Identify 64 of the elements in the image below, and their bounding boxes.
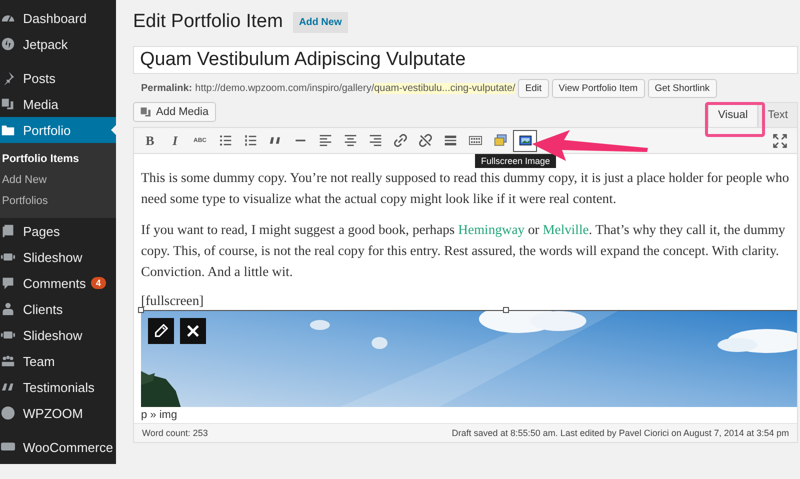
sidebar-item[interactable]: Testimonials xyxy=(0,374,116,400)
highlight-box xyxy=(705,102,765,137)
sidebar-item[interactable]: Team xyxy=(0,348,116,374)
sidebar-item[interactable]: Posts xyxy=(0,65,116,91)
sidebar-item[interactable]: Slideshow xyxy=(0,322,116,348)
sidebar-item[interactable]: WPZOOM xyxy=(0,400,116,426)
toolbar-button[interactable]: I xyxy=(163,130,187,152)
resize-handle[interactable] xyxy=(138,307,144,313)
paragraph: This is some dummy copy. You’re not really supposed to read this dummy copy, it is just a place holder for people who need some type to visualize what the actual copy might look like if it were real content. xyxy=(141,169,790,208)
permalink-button[interactable]: Get Shortlink xyxy=(648,78,717,98)
sidebar-item[interactable]: Portfolio xyxy=(0,117,116,143)
paragraph: If you want to read, I might suggest a good book, perhaps Hemingway or Melville. That’s why they call it, the dummy copy. This, of course, is not the real copy for this entry. Rest assured, the words will expand the concept. With clarity. Conviction. And a little wit. xyxy=(141,221,786,281)
element-path: p » img xyxy=(140,408,178,423)
submenu-item[interactable]: Portfolios xyxy=(0,191,116,212)
submenu-item[interactable]: Portfolio Items xyxy=(0,149,116,170)
toolbar-button[interactable] xyxy=(513,130,537,152)
count-badge: 4 xyxy=(90,277,106,289)
permalink-label: Permalink: xyxy=(141,82,192,94)
sidebar-item[interactable]: Jetpack xyxy=(0,31,116,57)
align-left-icon xyxy=(318,134,332,147)
toolbar-button[interactable]: B xyxy=(138,130,162,152)
bullet-list-icon xyxy=(218,134,232,147)
sidebar-item[interactable]: Media xyxy=(0,91,116,117)
unlink-icon xyxy=(418,134,432,147)
sidebar-item[interactable]: Clients xyxy=(0,296,116,322)
sidebar-item[interactable]: Comments 4 xyxy=(0,270,116,296)
image-icon xyxy=(518,134,532,147)
sidebar-item[interactable]: Slideshow xyxy=(0,244,116,270)
comment-icon xyxy=(1,276,15,290)
align-center-icon xyxy=(344,134,356,147)
pencil-icon xyxy=(154,324,168,338)
resize-handle[interactable] xyxy=(503,307,509,313)
page-title: Edit Portfolio Item xyxy=(133,11,283,33)
edit-button[interactable] xyxy=(148,318,174,344)
title-field[interactable]: Quam Vestibulum Adipiscing Vulputate xyxy=(133,46,798,74)
media-icon xyxy=(140,106,152,118)
permalink-url[interactable]: http://demo.wpzoom.com/inspiro/gallery/quam-vestibulu...cing-vulputate/ xyxy=(195,82,516,94)
keyboard-icon xyxy=(468,134,482,147)
save-status: Draft saved at 8:55:50 am. Last edited by Pavel Ciorici on August 7, 2014 at 3:54 pm xyxy=(452,428,789,438)
person-icon xyxy=(1,302,15,316)
paragraph: [fullscreen] xyxy=(141,292,204,309)
read-more-icon xyxy=(444,134,456,147)
remove-button[interactable] xyxy=(180,318,206,344)
sidebar-item[interactable]: Dashboard xyxy=(0,5,116,31)
sidebar-item[interactable]: Pages xyxy=(0,218,116,244)
gallery-icon xyxy=(494,134,506,147)
sidebar-item[interactable]: WooCommerce xyxy=(0,434,116,460)
link-icon xyxy=(394,134,406,147)
fullscreen-icon[interactable] xyxy=(773,134,787,148)
close-icon xyxy=(187,325,199,337)
permalink-button[interactable]: Edit xyxy=(518,78,549,98)
permalink-button[interactable]: View Portfolio Item xyxy=(552,78,645,98)
folder-icon xyxy=(1,123,15,137)
add-new-button[interactable]: Add New xyxy=(292,12,348,32)
tooltip: Fullscreen Image xyxy=(475,154,556,168)
media-icon xyxy=(1,97,15,111)
numbered-list-icon xyxy=(244,134,256,147)
pages-icon xyxy=(1,224,15,238)
submenu-item[interactable]: Add New xyxy=(0,170,116,191)
align-right-icon xyxy=(368,134,382,147)
add-media-button[interactable]: Add Media xyxy=(133,102,216,122)
people-icon xyxy=(1,354,15,368)
disc-icon xyxy=(1,406,15,420)
word-count: Word count: 253 xyxy=(142,428,208,438)
